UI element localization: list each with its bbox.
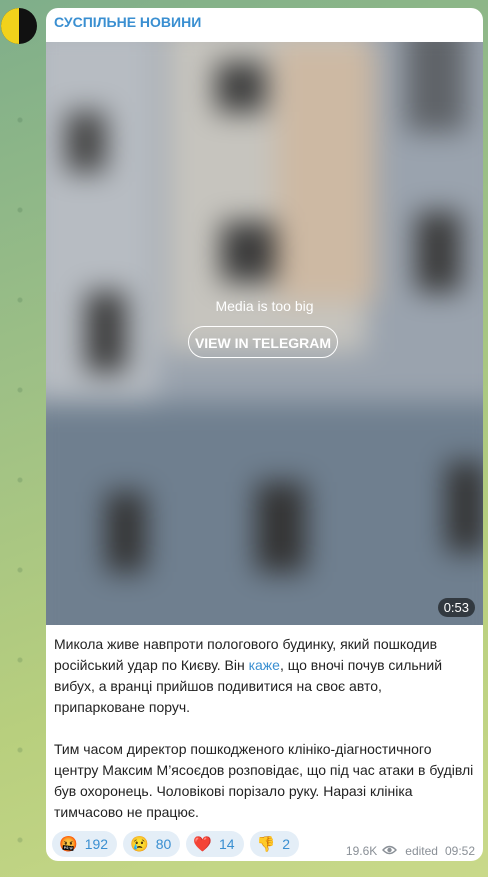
reaction-heart[interactable]: ❤️ 14: [186, 831, 244, 857]
thumbs-down-icon: 👎: [256, 836, 276, 853]
heart-icon: ❤️: [193, 836, 212, 853]
crying-face-icon: 😢: [130, 836, 149, 853]
angry-face-icon: 🤬: [59, 836, 78, 853]
avatar-logo-icon: [1, 8, 19, 44]
message-bubble: СУСПІЛЬНЕ НОВИНИ Media is too big VIEW I…: [46, 8, 483, 861]
reaction-count: 2: [282, 836, 291, 852]
view-in-telegram-button[interactable]: VIEW IN TELEGRAM: [188, 326, 338, 358]
reaction-count: 14: [219, 836, 235, 852]
message-text: Микола живе навпроти пологового будинку,…: [54, 634, 476, 823]
reaction-angry[interactable]: 🤬 192: [52, 831, 118, 857]
message-paragraph-1: Микола живе навпроти пологового будинку,…: [54, 634, 476, 718]
reaction-count: 192: [84, 836, 109, 852]
message-paragraph-2: Тим часом директор пошкодженого клініко-…: [54, 741, 474, 820]
video-preview[interactable]: Media is too big VIEW IN TELEGRAM 0:53: [46, 42, 483, 625]
reaction-crying[interactable]: 😢 80: [123, 831, 181, 857]
edited-label: edited: [405, 844, 438, 858]
view-count: 19.6K: [345, 844, 378, 858]
media-too-big-notice: Media is too big: [215, 298, 314, 314]
reaction-count: 80: [155, 836, 172, 852]
source-link[interactable]: каже: [249, 657, 280, 673]
eye-icon: [382, 844, 398, 858]
channel-avatar[interactable]: [1, 8, 37, 44]
channel-name[interactable]: СУСПІЛЬНЕ НОВИНИ: [54, 14, 201, 30]
message-time: 09:52: [444, 844, 475, 858]
reaction-thumbs-down[interactable]: 👎 2: [249, 831, 300, 857]
reactions-bar: 🤬 192 😢 80 ❤️ 14 👎 2: [52, 831, 300, 857]
video-duration-badge: 0:53: [437, 598, 475, 617]
message-meta: 19.6K edited 09:52: [346, 844, 475, 858]
